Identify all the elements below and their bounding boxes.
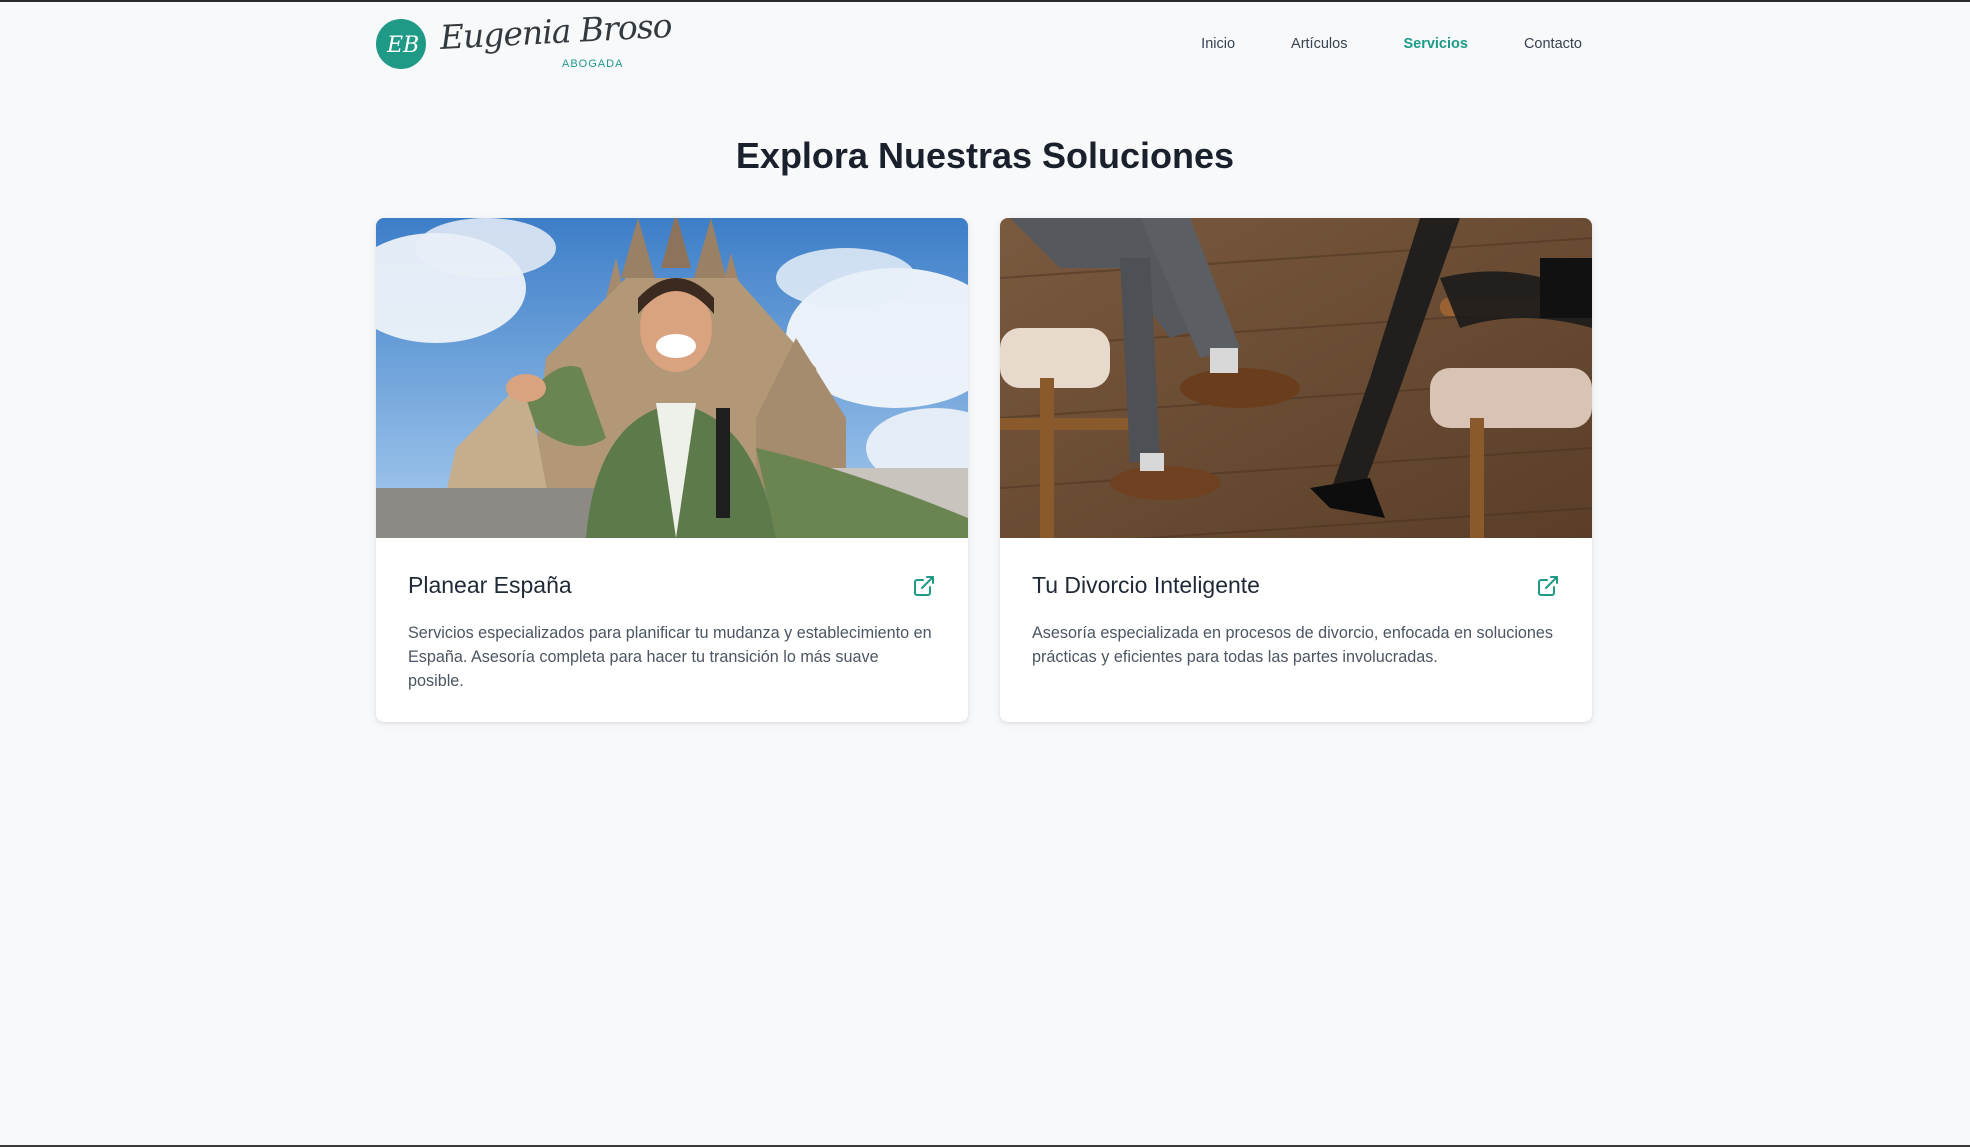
site-header: EB Eugenia Broso ABOGADA Inicio Artículo… — [376, 6, 1594, 74]
card-description: Servicios especializados para planificar… — [408, 624, 932, 690]
card-body: Tu Divorcio Inteligente Asesoría especia… — [1000, 538, 1592, 669]
site-logo[interactable]: EB Eugenia Broso ABOGADA — [376, 6, 672, 74]
logo-subtitle: ABOGADA — [562, 58, 624, 70]
nav-item-inicio[interactable]: Inicio — [1201, 36, 1235, 52]
service-card-planear-espana[interactable]: Planear España Servicios especializados … — [376, 218, 968, 722]
page: EB Eugenia Broso ABOGADA Inicio Artículo… — [0, 0, 1970, 1147]
service-card-divorcio[interactable]: Tu Divorcio Inteligente Asesoría especia… — [1000, 218, 1592, 722]
external-link-icon[interactable] — [1536, 574, 1560, 598]
monogram-icon: EB — [386, 33, 418, 58]
card-header: Tu Divorcio Inteligente — [1032, 572, 1560, 599]
nav-item-articulos[interactable]: Artículos — [1291, 36, 1347, 52]
nav-item-contacto[interactable]: Contacto — [1524, 36, 1582, 52]
card-header: Planear España — [408, 572, 936, 599]
page-title: Explora Nuestras Soluciones — [735, 135, 1235, 176]
logo-name: Eugenia Broso — [438, 5, 673, 57]
card-description: Asesoría especializada en procesos de di… — [1032, 624, 1554, 666]
card-image-sagrada-familia — [376, 218, 968, 538]
logo-wordmark: Eugenia Broso ABOGADA — [439, 6, 672, 72]
monogram-badge: EB — [376, 19, 426, 69]
card-title[interactable]: Planear España — [408, 572, 572, 599]
nav-item-servicios[interactable]: Servicios — [1403, 36, 1468, 52]
main-nav: Inicio Artículos Servicios Contacto — [1145, 36, 1582, 52]
card-image-couple-chairs — [1000, 218, 1592, 538]
svg-text:EB: EB — [386, 33, 418, 58]
card-body: Planear España Servicios especializados … — [376, 538, 968, 693]
service-cards: Planear España Servicios especializados … — [376, 218, 1592, 722]
external-link-icon[interactable] — [912, 574, 936, 598]
card-title[interactable]: Tu Divorcio Inteligente — [1032, 572, 1260, 599]
